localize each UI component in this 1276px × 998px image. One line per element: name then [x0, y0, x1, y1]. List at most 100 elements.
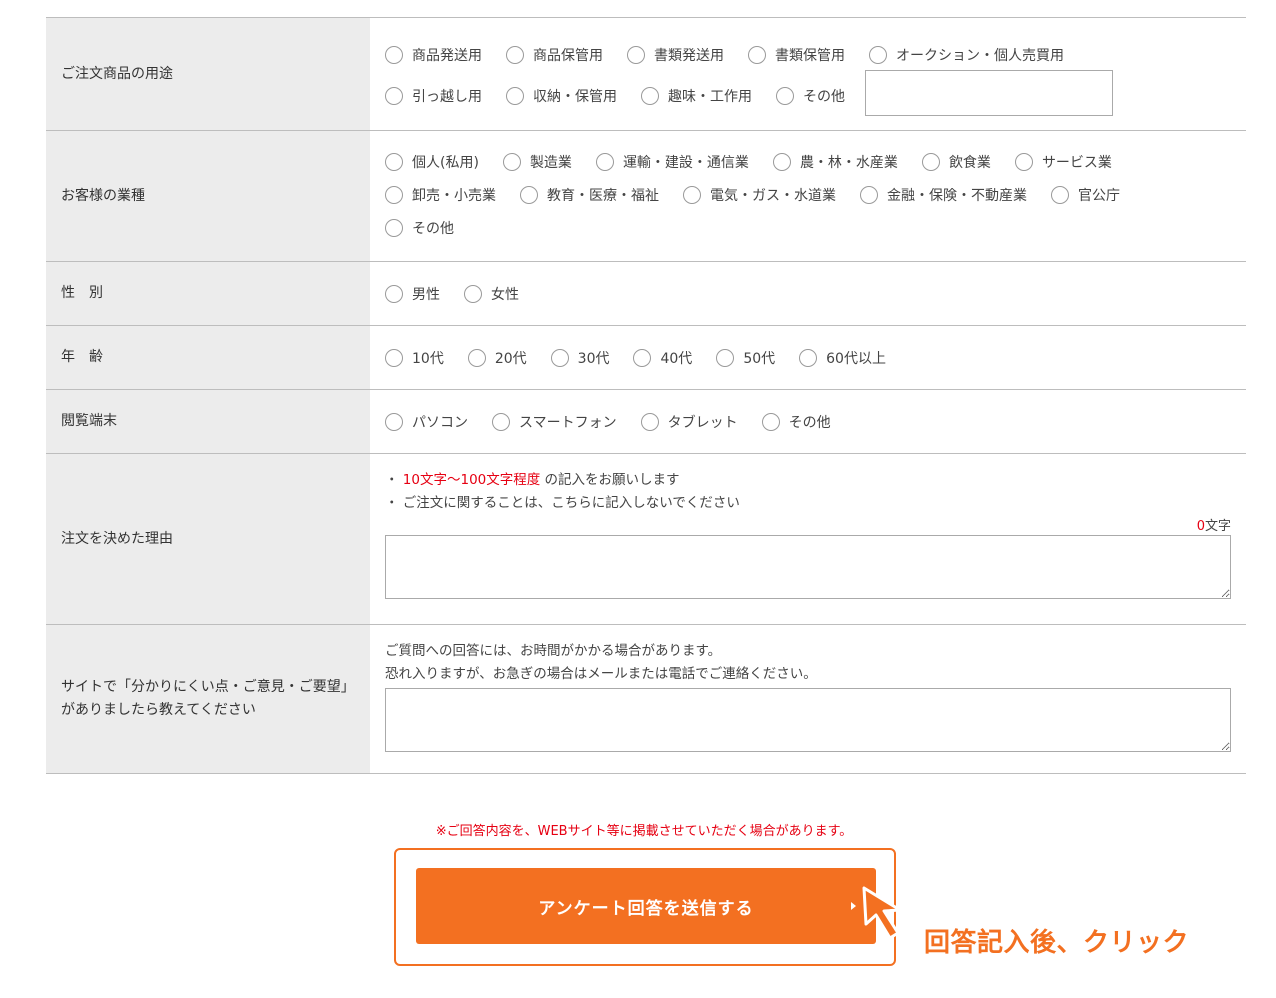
radio-unchecked-icon[interactable]	[385, 45, 403, 64]
radio-unchecked-icon[interactable]	[640, 412, 659, 431]
submit-survey-button[interactable]: アンケート回答を送信する	[416, 868, 876, 944]
reason-note-length: ・ 10文字～100文字程度 の記入をお願いします	[385, 472, 680, 488]
row-business: お客様の業種 個人(私用) 製造業 運輸・建設・通信業 農・林・水産業 飲食業 …	[46, 131, 1246, 262]
reason-char-counter: 0文字	[1196, 519, 1231, 534]
usage-option-other[interactable]: その他	[776, 86, 845, 106]
age-option-30s[interactable]: 30代	[550, 348, 609, 368]
business-option-manufacturing[interactable]: 製造業	[502, 152, 572, 172]
site-feedback-message: ご質問への回答には、お時間がかかる場合があります。 恐れ入りますが、お急ぎの場合…	[385, 643, 817, 682]
business-options: 個人(私用) 製造業 運輸・建設・通信業 農・林・水産業 飲食業 サービス業 卸…	[370, 131, 1246, 261]
radio-unchecked-icon[interactable]	[385, 152, 403, 171]
usage-option-document-shipping[interactable]: 書類発送用	[627, 45, 724, 65]
usage-option-auction[interactable]: オークション・個人売買用	[869, 45, 1064, 65]
mouse-pointer-icon	[862, 886, 902, 940]
row-gender: 性 別 男性 女性	[46, 262, 1246, 326]
device-options: パソコン スマートフォン タブレット その他	[370, 390, 1246, 453]
radio-unchecked-icon[interactable]	[520, 185, 538, 204]
age-option-60s-plus[interactable]: 60代以上	[799, 348, 886, 368]
radio-unchecked-icon[interactable]	[385, 218, 403, 237]
reason-textarea[interactable]	[385, 535, 1231, 599]
row-reason: 注文を決めた理由 ・ 10文字～100文字程度 の記入をお願いします ・ ご注文…	[46, 454, 1246, 625]
business-option-food[interactable]: 飲食業	[921, 152, 991, 172]
usage-other-input[interactable]	[865, 69, 1113, 116]
usage-option-shipping[interactable]: 商品発送用	[385, 45, 482, 65]
radio-unchecked-icon[interactable]	[716, 348, 735, 367]
device-options-line: パソコン スマートフォン タブレット その他	[385, 412, 855, 432]
radio-unchecked-icon[interactable]	[860, 185, 878, 204]
age-options: 10代 20代 30代 40代 50代 60代以上	[370, 326, 1246, 389]
business-option-finance[interactable]: 金融・保険・不動産業	[860, 185, 1027, 205]
device-option-tablet[interactable]: タブレット	[640, 412, 738, 432]
radio-unchecked-icon[interactable]	[385, 348, 403, 367]
radio-unchecked-icon[interactable]	[502, 152, 521, 171]
gender-options: 男性 女性	[370, 262, 1246, 325]
business-label: お客様の業種	[46, 131, 370, 261]
radio-unchecked-icon[interactable]	[776, 86, 794, 105]
age-option-10s[interactable]: 10代	[385, 348, 444, 368]
radio-unchecked-icon[interactable]	[385, 284, 403, 303]
usage-option-hobby[interactable]: 趣味・工作用	[641, 86, 752, 106]
radio-unchecked-icon[interactable]	[921, 152, 940, 171]
business-options-line-1: 個人(私用) 製造業 運輸・建設・通信業 農・林・水産業 飲食業 サービス業	[385, 145, 1231, 178]
radio-unchecked-icon[interactable]	[1051, 185, 1069, 204]
radio-unchecked-icon[interactable]	[467, 348, 486, 367]
business-option-personal[interactable]: 個人(私用)	[385, 152, 479, 172]
radio-unchecked-icon[interactable]	[464, 284, 482, 303]
row-age: 年 齢 10代 20代 30代 40代 50代 60代以上	[46, 326, 1246, 390]
site-feedback-label-text: サイトで「分かりにくい点・ご意見・ご要望」 がありましたら教えてください	[61, 679, 355, 718]
business-option-transport[interactable]: 運輸・建設・通信業	[595, 152, 749, 172]
radio-unchecked-icon[interactable]	[869, 45, 887, 64]
business-options-line-3: その他	[385, 211, 1231, 244]
device-option-pc[interactable]: パソコン	[385, 412, 468, 432]
radio-unchecked-icon[interactable]	[550, 348, 569, 367]
device-option-other[interactable]: その他	[761, 412, 831, 432]
radio-unchecked-icon[interactable]	[641, 86, 659, 105]
business-option-retail[interactable]: 卸売・小売業	[385, 185, 496, 205]
device-option-smartphone[interactable]: スマートフォン	[492, 412, 617, 432]
radio-unchecked-icon[interactable]	[683, 185, 701, 204]
click-annotation: 回答記入後、クリック	[924, 928, 1190, 958]
reason-note-no-order: ・ ご注文に関することは、こちらに記入しないでください	[385, 495, 740, 511]
gender-option-female[interactable]: 女性	[464, 284, 519, 304]
radio-unchecked-icon[interactable]	[761, 412, 780, 431]
site-feedback-field: ご質問への回答には、お時間がかかる場合があります。 恐れ入りますが、お急ぎの場合…	[370, 625, 1246, 773]
row-usage: ご注文商品の用途 商品発送用 商品保管用 書類発送用 書類保管用 オークション・…	[46, 18, 1246, 131]
radio-unchecked-icon[interactable]	[385, 185, 403, 204]
usage-option-storage[interactable]: 商品保管用	[506, 45, 603, 65]
business-option-agriculture[interactable]: 農・林・水産業	[772, 152, 898, 172]
radio-unchecked-icon[interactable]	[385, 86, 403, 105]
radio-unchecked-icon[interactable]	[492, 412, 510, 431]
radio-unchecked-icon[interactable]	[506, 45, 524, 64]
business-option-other[interactable]: その他	[385, 218, 454, 238]
publish-disclaimer: ※ご回答内容を、WEBサイト等に掲載させていただく場合があります。	[435, 824, 853, 839]
radio-unchecked-icon[interactable]	[627, 45, 645, 64]
radio-unchecked-icon[interactable]	[772, 152, 791, 171]
business-options-line-2: 卸売・小売業 教育・医療・福祉 電気・ガス・水道業 金融・保険・不動産業 官公庁	[385, 178, 1231, 211]
business-option-utilities[interactable]: 電気・ガス・水道業	[683, 185, 836, 205]
radio-unchecked-icon[interactable]	[1014, 152, 1033, 171]
business-option-government[interactable]: 官公庁	[1051, 185, 1120, 205]
usage-option-organizing[interactable]: 収納・保管用	[506, 86, 617, 106]
site-feedback-label: サイトで「分かりにくい点・ご意見・ご要望」 がありましたら教えてください	[46, 625, 370, 773]
radio-unchecked-icon[interactable]	[633, 348, 652, 367]
radio-unchecked-icon[interactable]	[595, 152, 614, 171]
radio-unchecked-icon[interactable]	[799, 348, 818, 367]
radio-unchecked-icon[interactable]	[385, 412, 403, 431]
business-option-service[interactable]: サービス業	[1014, 152, 1112, 172]
radio-unchecked-icon[interactable]	[748, 45, 766, 64]
usage-options: 商品発送用 商品保管用 書類発送用 書類保管用 オークション・個人売買用 引っ越…	[370, 18, 1246, 130]
age-options-line: 10代 20代 30代 40代 50代 60代以上	[385, 348, 910, 368]
gender-option-male[interactable]: 男性	[385, 284, 440, 304]
business-option-education[interactable]: 教育・医療・福祉	[520, 185, 659, 205]
site-feedback-textarea[interactable]	[385, 688, 1231, 752]
usage-option-document-storage[interactable]: 書類保管用	[748, 45, 845, 65]
age-option-50s[interactable]: 50代	[716, 348, 775, 368]
reason-field: ・ 10文字～100文字程度 の記入をお願いします ・ ご注文に関することは、こ…	[370, 454, 1246, 624]
gender-label: 性 別	[46, 262, 370, 325]
row-site-feedback: サイトで「分かりにくい点・ご意見・ご要望」 がありましたら教えてください ご質問…	[46, 625, 1246, 774]
usage-option-moving[interactable]: 引っ越し用	[385, 86, 482, 106]
radio-unchecked-icon[interactable]	[506, 86, 524, 105]
device-label: 閲覧端末	[46, 390, 370, 453]
age-option-40s[interactable]: 40代	[633, 348, 692, 368]
age-option-20s[interactable]: 20代	[467, 348, 527, 368]
